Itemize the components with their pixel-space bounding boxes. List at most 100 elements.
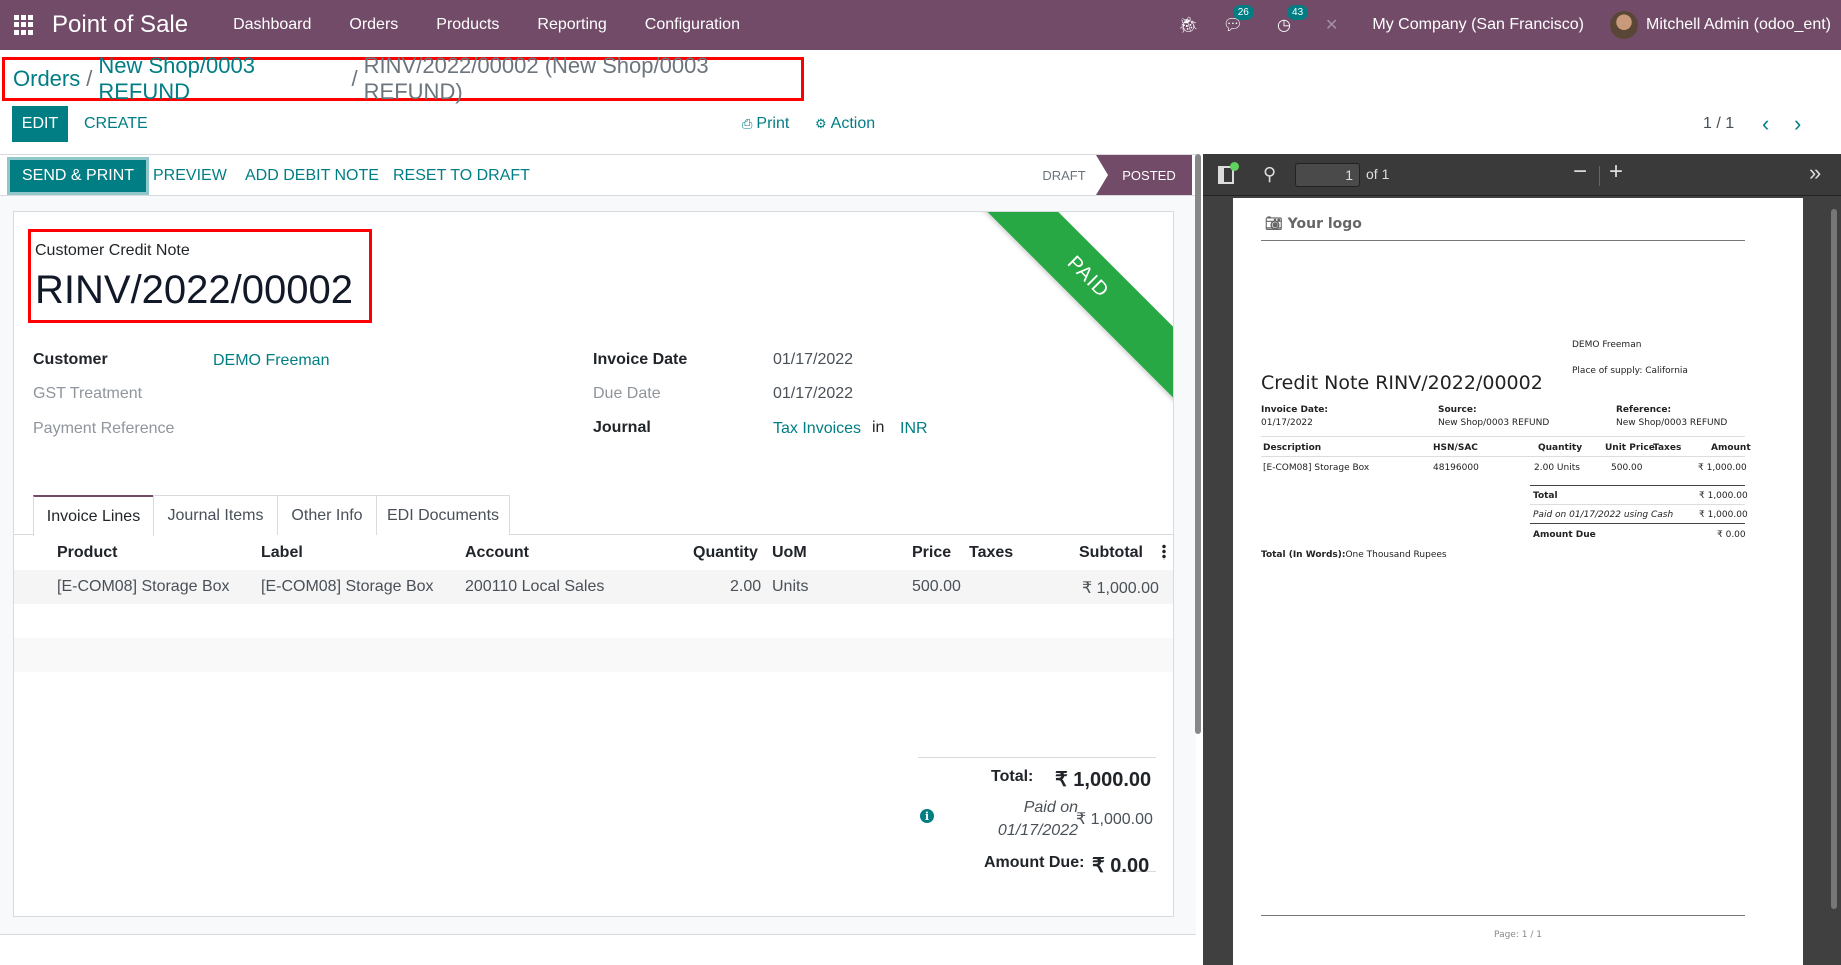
reset-to-draft-button[interactable]: RESET TO DRAFT (393, 160, 530, 192)
cell-account: 200110 Local Sales (465, 578, 605, 595)
pager-previous-icon[interactable]: ‹ (1762, 106, 1769, 142)
zoom-in-icon[interactable]: + (1609, 158, 1623, 186)
col-subtotal[interactable]: Subtotal (1079, 544, 1143, 562)
pdf-col-hsn: HSN/SAC (1433, 443, 1478, 453)
table-empty-row (14, 604, 1173, 638)
col-product[interactable]: Product (57, 544, 117, 562)
journal-value[interactable]: Tax Invoices (773, 420, 861, 438)
pdf-info-value: New Shop/0003 REFUND (1438, 418, 1550, 428)
form-scrollbar[interactable] (1195, 154, 1201, 734)
edit-button[interactable]: EDIT (12, 106, 68, 142)
gear-icon: ⚙ (815, 116, 827, 131)
optional-columns-icon[interactable] (1162, 544, 1166, 560)
logo-text: Your logo (1287, 216, 1362, 232)
pdf-words-label: Total (In Words): (1261, 550, 1346, 560)
col-account[interactable]: Account (465, 544, 529, 562)
pdf-cell-price: 500.00 (1611, 463, 1643, 473)
preview-button[interactable]: PREVIEW (153, 160, 227, 192)
page-number-input[interactable]: 1 (1295, 163, 1360, 187)
app-name[interactable]: Point of Sale (52, 11, 188, 39)
action-button[interactable]: ⚙ Action (815, 106, 875, 142)
breadcrumb-order[interactable]: New Shop/0003 REFUND (98, 53, 345, 105)
pdf-info-label: Reference: (1616, 405, 1672, 415)
col-quantity[interactable]: Quantity (693, 544, 758, 562)
form-statusbar: SEND & PRINT PREVIEW ADD DEBIT NOTE RESE… (0, 154, 1196, 196)
col-uom[interactable]: UoM (772, 544, 807, 562)
pdf-col-description: Description (1263, 443, 1322, 453)
pdf-scrollbar[interactable] (1831, 209, 1837, 909)
company-switcher[interactable]: My Company (San Francisco) (1372, 16, 1584, 34)
search-icon[interactable]: ⚲ (1263, 164, 1276, 185)
control-panel: EDIT CREATE ⎙ Print ⚙ Action 1 / 1 ‹ › (0, 106, 1841, 142)
cell-quantity: 2.00 (730, 578, 762, 595)
send-print-button[interactable]: SEND & PRINT (10, 160, 147, 192)
form-view: SEND & PRINT PREVIEW ADD DEBIT NOTE RESE… (0, 154, 1196, 965)
totals-divider (918, 757, 1156, 758)
pdf-page: 📷︎ Your logo DEMO Freeman Place of suppl… (1233, 198, 1803, 965)
tools-icon[interactable]: ✕ (1325, 15, 1338, 35)
action-label: Action (830, 115, 876, 132)
col-label[interactable]: Label (261, 544, 303, 562)
col-price[interactable]: Price (912, 544, 951, 562)
menu-products[interactable]: Products (436, 16, 499, 34)
pdf-rule (1530, 485, 1745, 486)
apps-menu-icon[interactable] (14, 15, 34, 35)
create-button[interactable]: CREATE (84, 106, 148, 142)
menu-orders[interactable]: Orders (349, 16, 398, 34)
print-button[interactable]: ⎙ Print (742, 106, 789, 142)
user-avatar[interactable] (1610, 11, 1639, 39)
notebook-tabs: Invoice Lines Journal Items Other Info E… (14, 495, 1173, 536)
breadcrumb-separator: / (86, 66, 93, 91)
page-count: of 1 (1366, 166, 1390, 182)
pdf-rule (1530, 504, 1745, 505)
menu-configuration[interactable]: Configuration (645, 16, 740, 34)
pdf-cell-amount: ₹ 1,000.00 (1698, 463, 1747, 473)
status-draft: DRAFT (1042, 167, 1086, 183)
pdf-viewer: ⚲ 1 of 1 − + » 📷︎ Your logo DEMO Freeman… (1203, 154, 1841, 965)
activities-clock-icon[interactable]: ◷ 43 (1277, 5, 1309, 35)
chatter (0, 934, 1196, 965)
pdf-info-label: Source: (1438, 405, 1477, 415)
cell-product: [E-COM08] Storage Box (57, 578, 230, 595)
debug-bug-icon[interactable]: 🐞︎ (1178, 15, 1198, 35)
breadcrumb-orders[interactable]: Orders (13, 66, 80, 92)
add-debit-note-button[interactable]: ADD DEBIT NOTE (245, 160, 379, 192)
menu-dashboard[interactable]: Dashboard (233, 16, 311, 34)
pdf-total-label: Total (1533, 491, 1558, 501)
user-menu[interactable]: Mitchell Admin (odoo_ent) (1646, 16, 1831, 34)
tab-journal-items[interactable]: Journal Items (153, 495, 278, 535)
menu-reporting[interactable]: Reporting (537, 16, 606, 34)
pdf-cell-quantity: 2.00 Units (1534, 463, 1580, 473)
pdf-title: Credit Note RINV/2022/00002 (1261, 372, 1543, 394)
currency-value[interactable]: INR (900, 420, 928, 438)
pdf-cell-description: [E-COM08] Storage Box (1263, 463, 1370, 473)
top-navbar: Point of Sale Dashboard Orders Products … (0, 0, 1841, 50)
pager-next-icon[interactable]: › (1794, 106, 1801, 142)
payment-info-icon[interactable]: i (920, 809, 934, 823)
customer-label: Customer (33, 351, 108, 368)
table-row[interactable]: [E-COM08] Storage Box [E-COM08] Storage … (14, 570, 1173, 604)
pager-value[interactable]: 1 / 1 (1703, 106, 1734, 142)
pdf-col-unit-price: Unit Price (1605, 443, 1655, 453)
cell-label: [E-COM08] Storage Box (261, 578, 434, 595)
more-tools-icon[interactable]: » (1809, 160, 1821, 186)
customer-value[interactable]: DEMO Freeman (213, 352, 329, 370)
paid-ribbon: PAID (960, 212, 1173, 405)
col-taxes[interactable]: Taxes (969, 544, 1013, 562)
status-posted: POSTED (1096, 155, 1192, 195)
zoom-separator (1599, 166, 1600, 186)
pdf-info-label: Invoice Date: (1261, 405, 1329, 415)
pdf-toolbar: ⚲ 1 of 1 − + » (1203, 154, 1841, 196)
pdf-words-value: One Thousand Rupees (1345, 550, 1447, 560)
zoom-out-icon[interactable]: − (1573, 158, 1587, 186)
invoice-date-value: 01/17/2022 (773, 351, 854, 368)
tab-invoice-lines[interactable]: Invoice Lines (33, 495, 154, 536)
tab-other-info[interactable]: Other Info (277, 495, 377, 535)
due-date-label: Due Date (593, 385, 661, 402)
pdf-place-of-supply: Place of supply: California (1572, 366, 1688, 376)
cell-subtotal: ₹ 1,000.00 (1082, 580, 1159, 597)
messages-icon[interactable]: 💬︎ 26 (1223, 5, 1254, 35)
tab-edi-documents[interactable]: EDI Documents (376, 495, 510, 535)
pdf-total-in-words: Total (In Words):One Thousand Rupees (1261, 550, 1447, 560)
notification-dot (1230, 162, 1239, 171)
